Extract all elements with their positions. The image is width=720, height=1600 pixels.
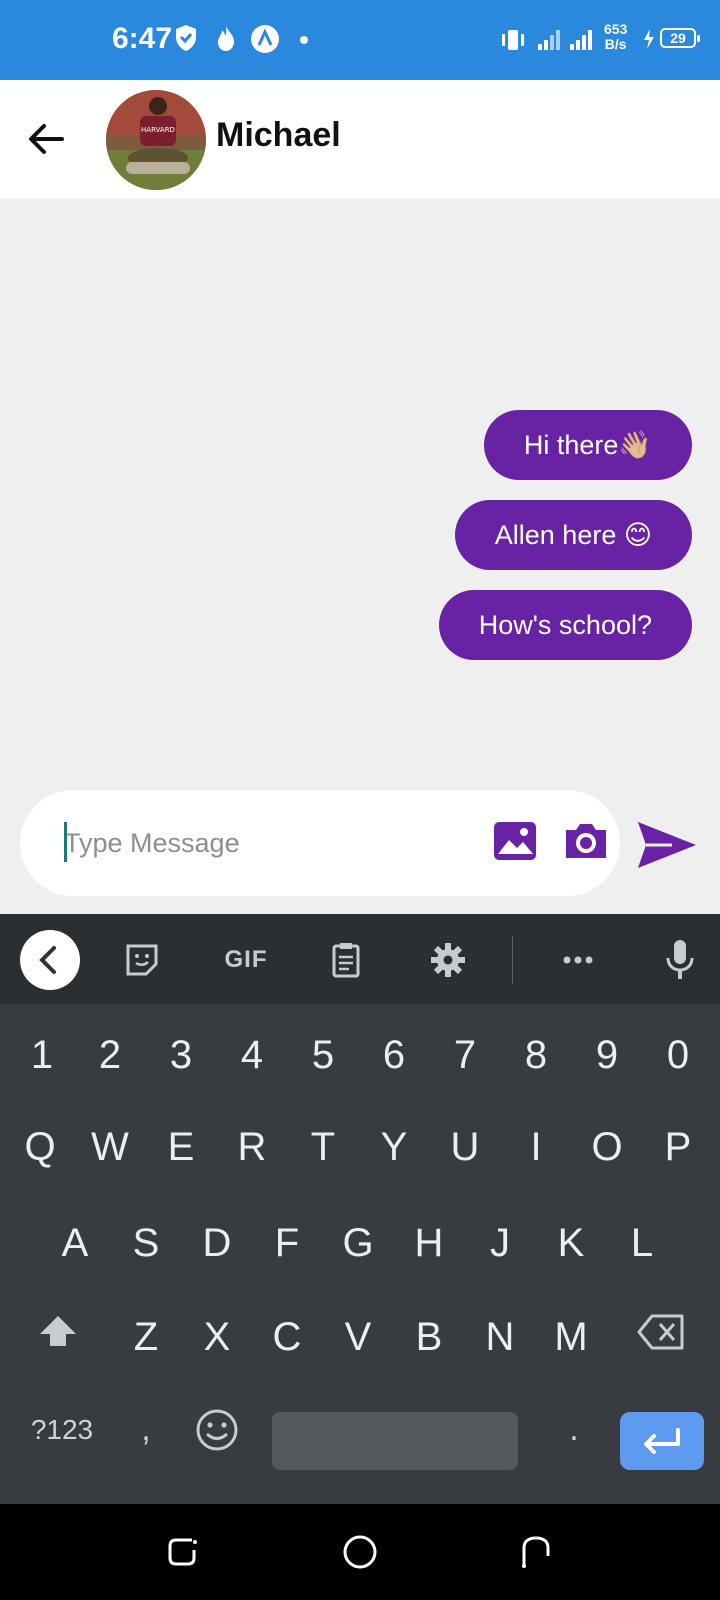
send-icon[interactable] — [636, 818, 698, 872]
camera-icon[interactable] — [562, 820, 610, 862]
key-3[interactable]: 3 — [151, 1020, 211, 1090]
message-input[interactable] — [64, 820, 444, 866]
symbols-key[interactable]: ?123 — [16, 1402, 108, 1458]
key-5[interactable]: 5 — [293, 1020, 353, 1090]
gif-label: GIF — [224, 946, 268, 973]
key-b[interactable]: B — [399, 1302, 459, 1372]
key-g[interactable]: G — [328, 1208, 388, 1278]
contact-name[interactable]: Michael — [216, 116, 341, 155]
more-button[interactable] — [554, 936, 602, 984]
key-h[interactable]: H — [399, 1208, 459, 1278]
gif-button[interactable]: GIF — [218, 936, 274, 984]
keyboard-toolbar: GIF — [0, 914, 720, 1004]
enter-icon — [644, 1428, 680, 1454]
key-z[interactable]: Z — [116, 1302, 176, 1372]
vibrate-icon — [502, 30, 524, 50]
key-n[interactable]: N — [470, 1302, 530, 1372]
navigation-bar — [0, 1504, 720, 1600]
key-x[interactable]: X — [187, 1302, 247, 1372]
key-8[interactable]: 8 — [506, 1020, 566, 1090]
charging-icon — [644, 29, 654, 49]
key-0[interactable]: 0 — [648, 1020, 708, 1090]
shield-icon — [176, 25, 196, 51]
recents-icon[interactable] — [162, 1530, 206, 1574]
message-bubble[interactable]: Allen here 😊 — [454, 500, 692, 570]
toolbar-divider — [512, 936, 513, 984]
text-cursor — [64, 822, 67, 862]
battery-indicator: 29 — [660, 28, 700, 48]
back-arrow-icon[interactable] — [22, 114, 72, 164]
key-e[interactable]: E — [151, 1112, 211, 1182]
key-6[interactable]: 6 — [364, 1020, 424, 1090]
app-a-icon — [251, 25, 279, 53]
status-time: 6:47 — [112, 22, 173, 55]
chevron-left-icon — [39, 946, 56, 974]
key-4[interactable]: 4 — [222, 1020, 282, 1090]
key-a[interactable]: A — [45, 1208, 105, 1278]
key-q[interactable]: Q — [10, 1112, 70, 1182]
key-c[interactable]: C — [257, 1302, 317, 1372]
message-bubble[interactable]: Hi there👋🏼 — [483, 410, 692, 480]
space-key[interactable] — [272, 1412, 518, 1470]
home-icon[interactable] — [338, 1530, 382, 1574]
key-m[interactable]: M — [541, 1302, 601, 1372]
key-o[interactable]: O — [577, 1112, 637, 1182]
key-d[interactable]: D — [187, 1208, 247, 1278]
signal-icon — [538, 30, 592, 50]
chat-header: HARVARD Michael — [0, 80, 720, 198]
settings-button[interactable] — [424, 936, 472, 984]
period-key[interactable]: . — [554, 1394, 594, 1464]
key-7[interactable]: 7 — [435, 1020, 495, 1090]
comma-key[interactable]: , — [126, 1394, 166, 1464]
key-k[interactable]: K — [541, 1208, 601, 1278]
key-i[interactable]: I — [506, 1112, 566, 1182]
nav-back-icon[interactable] — [514, 1530, 558, 1574]
key-1[interactable]: 1 — [12, 1020, 72, 1090]
emoji-icon[interactable] — [192, 1402, 242, 1458]
keyboard: 1 2 3 4 5 6 7 8 9 0 Q W E R T Y U I O P … — [0, 1004, 720, 1504]
clipboard-icon — [332, 943, 360, 978]
key-t[interactable]: T — [293, 1112, 353, 1182]
key-2[interactable]: 2 — [80, 1020, 140, 1090]
avatar-shirt-text: HARVARD — [141, 126, 175, 134]
sticker-button[interactable] — [118, 936, 166, 984]
enter-key[interactable] — [620, 1412, 704, 1470]
more-icon — [563, 956, 593, 964]
voice-input-button[interactable] — [656, 936, 704, 984]
key-w[interactable]: W — [80, 1112, 140, 1182]
net-speed: 653 B/s — [604, 21, 628, 52]
shift-icon[interactable] — [36, 1310, 80, 1354]
key-s[interactable]: S — [116, 1208, 176, 1278]
dot-icon — [300, 36, 308, 44]
key-9[interactable]: 9 — [577, 1020, 637, 1090]
key-f[interactable]: F — [257, 1208, 317, 1278]
fire-icon — [218, 26, 234, 51]
avatar-photo: HARVARD — [106, 90, 206, 190]
mic-icon — [666, 940, 694, 979]
avatar[interactable]: HARVARD — [106, 90, 206, 190]
key-y[interactable]: Y — [364, 1112, 424, 1182]
message-bubble[interactable]: How's school? — [438, 590, 692, 660]
gear-icon — [431, 943, 465, 977]
sticker-icon — [126, 944, 158, 976]
message-composer — [20, 790, 620, 896]
keyboard-collapse-button[interactable] — [20, 930, 80, 990]
status-bar: 6:47 653 B/s 29 — [0, 0, 720, 80]
backspace-icon[interactable] — [636, 1310, 688, 1354]
key-l[interactable]: L — [612, 1208, 672, 1278]
key-p[interactable]: P — [648, 1112, 708, 1182]
key-u[interactable]: U — [435, 1112, 495, 1182]
key-v[interactable]: V — [328, 1302, 388, 1372]
gallery-icon[interactable] — [492, 820, 538, 862]
key-j[interactable]: J — [470, 1208, 530, 1278]
clipboard-button[interactable] — [322, 936, 370, 984]
key-r[interactable]: R — [222, 1112, 282, 1182]
